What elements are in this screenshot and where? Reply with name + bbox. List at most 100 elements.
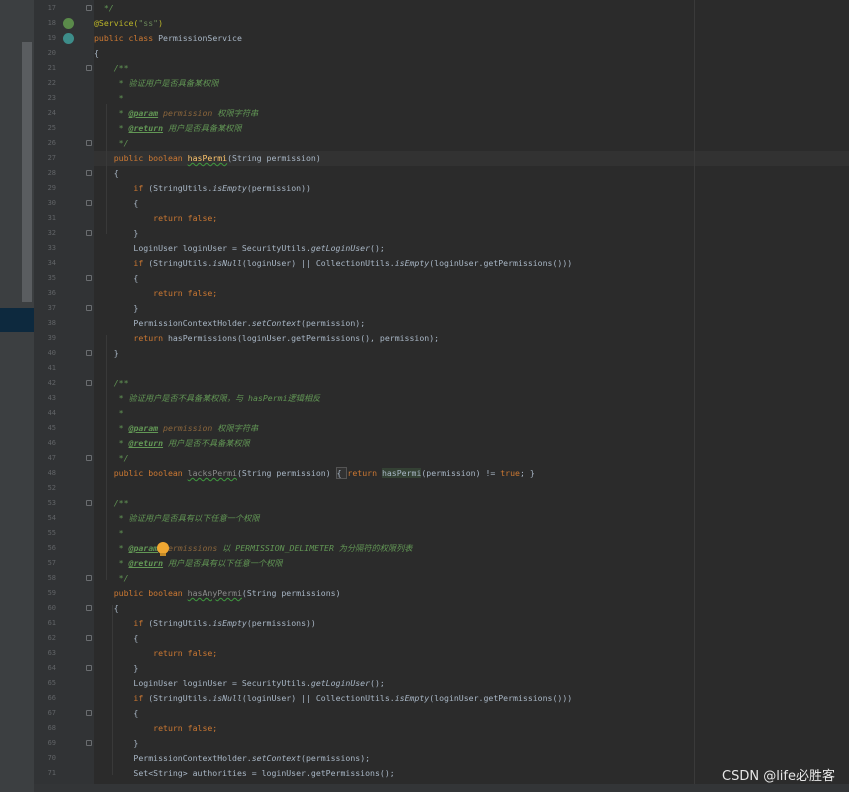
- code-line[interactable]: * @param permission 权限字符串: [94, 421, 849, 436]
- code-line[interactable]: /**: [94, 61, 849, 76]
- implementation-icon[interactable]: [63, 33, 74, 44]
- project-side-panel: [0, 0, 34, 792]
- code-token: if: [94, 183, 149, 193]
- spring-bean-icon[interactable]: [63, 18, 74, 29]
- code-line[interactable]: public boolean lacksPermi(String permiss…: [94, 466, 849, 481]
- fold-marker-icon[interactable]: [86, 65, 92, 71]
- code-line[interactable]: */: [94, 451, 849, 466]
- code-line[interactable]: */: [94, 1, 849, 16]
- fold-marker-icon[interactable]: [86, 455, 92, 461]
- code-line[interactable]: if (StringUtils.isNull(loginUser) || Col…: [94, 691, 849, 706]
- fold-marker-icon[interactable]: [86, 200, 92, 206]
- code-line[interactable]: {: [94, 46, 849, 61]
- code-line[interactable]: {: [94, 601, 849, 616]
- fold-marker-icon[interactable]: [86, 350, 92, 356]
- code-line[interactable]: LoginUser loginUser = SecurityUtils.getL…: [94, 241, 849, 256]
- code-line[interactable]: public class PermissionService: [94, 31, 849, 46]
- code-line[interactable]: * 验证用户是否不具备某权限，与 hasPermi逻辑相反: [94, 391, 849, 406]
- code-line[interactable]: * 验证用户是否具有以下任意一个权限: [94, 511, 849, 526]
- code-line[interactable]: if (StringUtils.isNull(loginUser) || Col…: [94, 256, 849, 271]
- code-line[interactable]: return hasPermissions(loginUser.getPermi…: [94, 331, 849, 346]
- code-line[interactable]: LoginUser loginUser = SecurityUtils.getL…: [94, 676, 849, 691]
- code-line[interactable]: {: [94, 631, 849, 646]
- code-text: * @return 用户是否具备某权限: [94, 121, 242, 136]
- fold-marker-icon[interactable]: [86, 380, 92, 386]
- code-line[interactable]: * @return 用户是否不具备某权限: [94, 436, 849, 451]
- editor-bottom-scrollbar[interactable]: [34, 784, 849, 792]
- code-token: (permission)): [246, 183, 311, 193]
- line-number: 18: [47, 19, 56, 27]
- code-line[interactable]: [94, 361, 849, 376]
- code-token: {: [94, 633, 139, 643]
- code-text: * @return 用户是否不具备某权限: [94, 436, 250, 451]
- fold-marker-icon[interactable]: [86, 605, 92, 611]
- code-line[interactable]: *: [94, 91, 849, 106]
- code-token: setContext: [251, 318, 302, 328]
- code-token: 权限字符串: [212, 423, 259, 433]
- fold-marker-icon[interactable]: [86, 575, 92, 581]
- fold-marker-icon[interactable]: [86, 305, 92, 311]
- code-line[interactable]: return false;: [94, 286, 849, 301]
- code-line[interactable]: }: [94, 736, 849, 751]
- code-text: if (StringUtils.isEmpty(permission)): [94, 181, 311, 196]
- line-number: 42: [47, 379, 56, 387]
- code-line[interactable]: {: [94, 271, 849, 286]
- code-line[interactable]: return false;: [94, 211, 849, 226]
- code-line[interactable]: @Service("ss"): [94, 16, 849, 31]
- fold-marker-icon[interactable]: [86, 665, 92, 671]
- code-line[interactable]: */: [94, 136, 849, 151]
- code-token: */: [94, 138, 129, 148]
- code-line[interactable]: * @return 用户是否具有以下任意一个权限: [94, 556, 849, 571]
- fold-marker-icon[interactable]: [86, 230, 92, 236]
- code-line[interactable]: PermissionContextHolder.setContext(permi…: [94, 751, 849, 766]
- fold-marker-icon[interactable]: [86, 170, 92, 176]
- code-line[interactable]: *: [94, 526, 849, 541]
- code-line[interactable]: return false;: [94, 646, 849, 661]
- code-line[interactable]: if (StringUtils.isEmpty(permission)): [94, 181, 849, 196]
- code-editor[interactable]: */@Service("ss") public class PermissionS…: [94, 0, 849, 792]
- code-line[interactable]: }: [94, 226, 849, 241]
- code-token: hasAnyPermi: [187, 588, 242, 598]
- fold-marker-icon[interactable]: [86, 5, 92, 11]
- code-text: /**: [94, 496, 129, 511]
- code-line[interactable]: }: [94, 346, 849, 361]
- code-text: * @param permissions 以 PERMISSION_DELIME…: [94, 541, 413, 556]
- code-text: if (StringUtils.isNull(loginUser) || Col…: [94, 691, 572, 706]
- code-line[interactable]: * @param permissions 以 PERMISSION_DELIME…: [94, 541, 849, 556]
- code-line[interactable]: [94, 481, 849, 496]
- code-line[interactable]: }: [94, 301, 849, 316]
- code-token: *: [94, 438, 129, 448]
- code-text: }: [94, 736, 138, 751]
- side-selected-item[interactable]: [0, 308, 34, 332]
- side-scrollbar-thumb[interactable]: [22, 42, 32, 302]
- fold-marker-icon[interactable]: [86, 500, 92, 506]
- line-number: 28: [47, 169, 56, 177]
- code-line[interactable]: PermissionContextHolder.setContext(permi…: [94, 316, 849, 331]
- code-line[interactable]: public boolean hasPermi(String permissio…: [94, 151, 849, 166]
- lightbulb-stem: [160, 553, 166, 556]
- code-line[interactable]: return false;: [94, 721, 849, 736]
- code-line[interactable]: }: [94, 661, 849, 676]
- code-token: {: [335, 467, 348, 479]
- line-number: 64: [47, 664, 56, 672]
- code-line[interactable]: * @return 用户是否具备某权限: [94, 121, 849, 136]
- code-token: if: [94, 618, 149, 628]
- code-line[interactable]: *: [94, 406, 849, 421]
- code-line[interactable]: */: [94, 571, 849, 586]
- code-line[interactable]: /**: [94, 496, 849, 511]
- fold-marker-icon[interactable]: [86, 275, 92, 281]
- code-line[interactable]: public boolean hasAnyPermi(String permis…: [94, 586, 849, 601]
- code-line[interactable]: * @param permission 权限字符串: [94, 106, 849, 121]
- code-line[interactable]: {: [94, 706, 849, 721]
- code-line[interactable]: if (StringUtils.isEmpty(permissions)): [94, 616, 849, 631]
- code-line[interactable]: {: [94, 166, 849, 181]
- code-token: hasPermissions(loginUser.getPermissions(…: [167, 333, 440, 343]
- fold-marker-icon[interactable]: [86, 140, 92, 146]
- fold-marker-icon[interactable]: [86, 740, 92, 746]
- fold-marker-icon[interactable]: [86, 635, 92, 641]
- code-text: * 验证用户是否具备某权限: [94, 76, 219, 91]
- code-line[interactable]: * 验证用户是否具备某权限: [94, 76, 849, 91]
- fold-marker-icon[interactable]: [86, 710, 92, 716]
- code-line[interactable]: {: [94, 196, 849, 211]
- code-line[interactable]: /**: [94, 376, 849, 391]
